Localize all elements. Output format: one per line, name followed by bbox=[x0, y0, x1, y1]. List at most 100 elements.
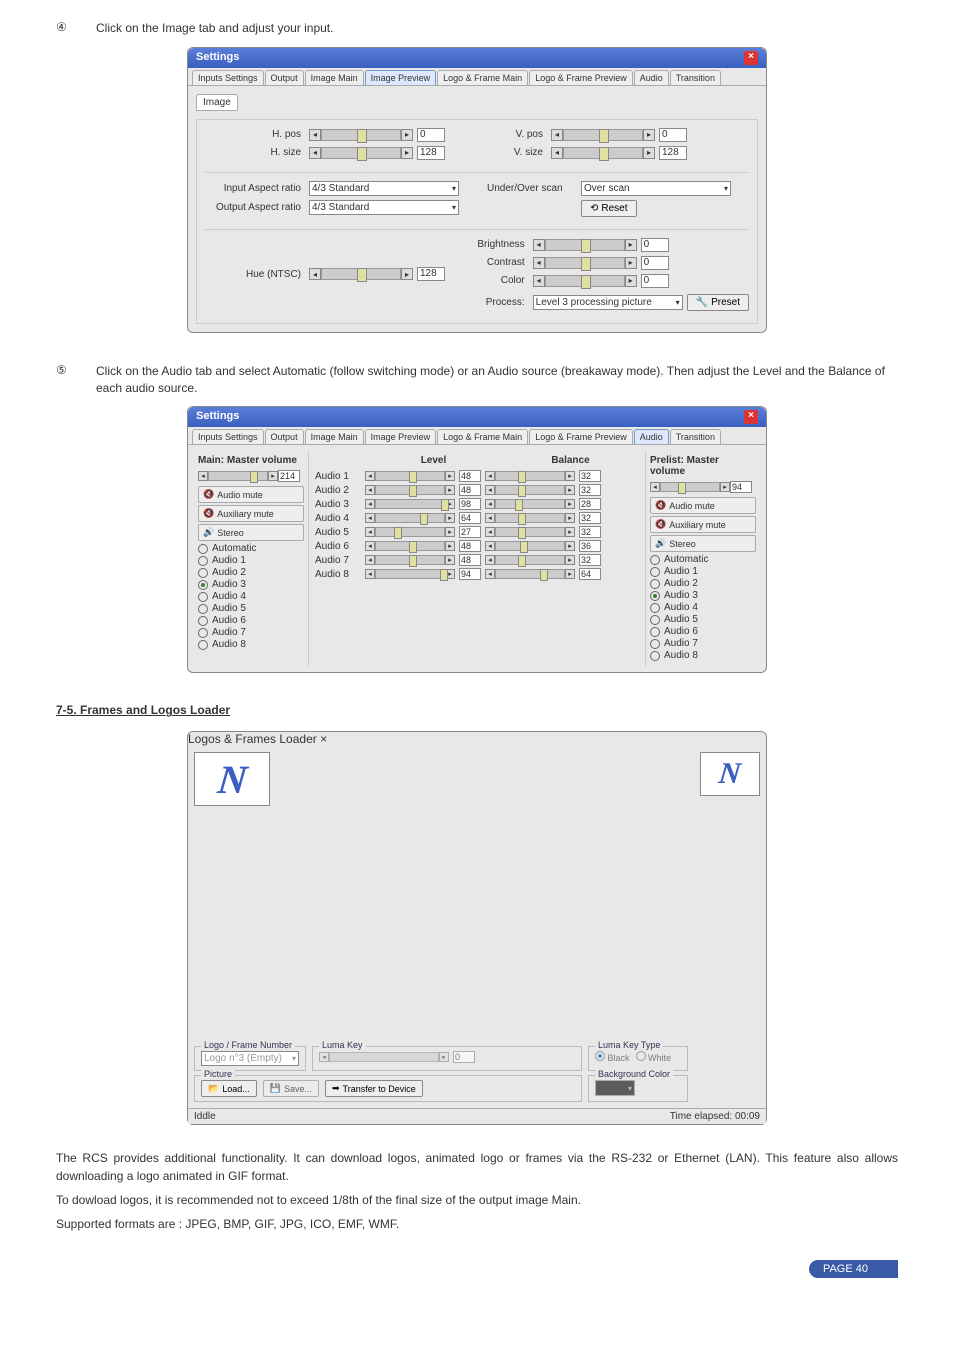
input-aspect-dropdown[interactable]: 4/3 Standard▾ bbox=[309, 181, 459, 196]
balance-slider[interactable]: ◂▸ bbox=[485, 499, 575, 509]
balance-value[interactable]: 32 bbox=[579, 512, 601, 524]
level-slider[interactable]: ◂▸ bbox=[365, 513, 455, 523]
h-pos-slider[interactable]: ◂▸ bbox=[309, 129, 413, 141]
audio-source-radio[interactable]: Audio 6 bbox=[650, 626, 756, 637]
main-aux-mute-button[interactable]: 🔇Auxiliary mute bbox=[198, 505, 304, 522]
brightness-slider[interactable]: ◂▸ bbox=[533, 239, 637, 251]
audio-source-radio[interactable]: Audio 5 bbox=[650, 614, 756, 625]
v-pos-slider[interactable]: ◂▸ bbox=[551, 129, 655, 141]
prelist-aux-mute-button[interactable]: 🔇Auxiliary mute bbox=[650, 516, 756, 533]
preset-button[interactable]: 🔧Preset bbox=[687, 294, 749, 311]
audio-source-radio[interactable]: Automatic bbox=[198, 543, 304, 554]
audio-source-radio[interactable]: Audio 4 bbox=[650, 602, 756, 613]
balance-value[interactable]: 32 bbox=[579, 526, 601, 538]
balance-slider[interactable]: ◂▸ bbox=[485, 569, 575, 579]
color-slider[interactable]: ◂▸ bbox=[533, 275, 637, 287]
output-aspect-dropdown[interactable]: 4/3 Standard▾ bbox=[309, 200, 459, 215]
audio-source-radio[interactable]: Audio 7 bbox=[198, 627, 304, 638]
audio-source-radio[interactable]: Audio 1 bbox=[198, 555, 304, 566]
audio-source-radio[interactable]: Automatic bbox=[650, 554, 756, 565]
level-value[interactable]: 94 bbox=[459, 568, 481, 580]
level-slider[interactable]: ◂▸ bbox=[365, 499, 455, 509]
balance-value[interactable]: 64 bbox=[579, 568, 601, 580]
transfer-button[interactable]: ➡Transfer to Device bbox=[325, 1080, 423, 1097]
color-value[interactable]: 0 bbox=[641, 274, 669, 288]
main-master-slider[interactable]: ◂▸ 214 bbox=[198, 470, 304, 482]
level-slider[interactable]: ◂▸ bbox=[365, 527, 455, 537]
main-stereo-button[interactable]: 🔊Stereo bbox=[198, 524, 304, 541]
tab-logo-frame-preview[interactable]: Logo & Frame Preview bbox=[529, 429, 633, 444]
tab-image-main[interactable]: Image Main bbox=[305, 70, 364, 85]
tab-image-main[interactable]: Image Main bbox=[305, 429, 364, 444]
balance-slider[interactable]: ◂▸ bbox=[485, 513, 575, 523]
level-value[interactable]: 48 bbox=[459, 484, 481, 496]
tab-logo-frame-main[interactable]: Logo & Frame Main bbox=[437, 70, 528, 85]
h-size-slider[interactable]: ◂▸ bbox=[309, 147, 413, 159]
level-value[interactable]: 48 bbox=[459, 554, 481, 566]
audio-source-radio[interactable]: Audio 7 bbox=[650, 638, 756, 649]
audio-source-radio[interactable]: Audio 5 bbox=[198, 603, 304, 614]
balance-value[interactable]: 28 bbox=[579, 498, 601, 510]
close-icon[interactable]: × bbox=[320, 732, 327, 746]
tab-output[interactable]: Output bbox=[265, 429, 304, 444]
tab-image-preview[interactable]: Image Preview bbox=[365, 429, 437, 444]
level-slider[interactable]: ◂▸ bbox=[365, 471, 455, 481]
brightness-value[interactable]: 0 bbox=[641, 238, 669, 252]
subtab-image[interactable]: Image bbox=[196, 94, 238, 111]
audio-source-radio[interactable]: Audio 4 bbox=[198, 591, 304, 602]
balance-slider[interactable]: ◂▸ bbox=[485, 541, 575, 551]
balance-value[interactable]: 36 bbox=[579, 540, 601, 552]
balance-value[interactable]: 32 bbox=[579, 470, 601, 482]
hue-value[interactable]: 128 bbox=[417, 267, 445, 281]
level-value[interactable]: 48 bbox=[459, 540, 481, 552]
balance-slider[interactable]: ◂▸ bbox=[485, 485, 575, 495]
tab-audio[interactable]: Audio bbox=[634, 429, 669, 444]
level-slider[interactable]: ◂▸ bbox=[365, 569, 455, 579]
tab-inputs-settings[interactable]: Inputs Settings bbox=[192, 70, 264, 85]
audio-source-radio[interactable]: Audio 2 bbox=[650, 578, 756, 589]
tab-transition[interactable]: Transition bbox=[670, 70, 721, 85]
prelist-master-value[interactable]: 94 bbox=[730, 481, 752, 493]
balance-value[interactable]: 32 bbox=[579, 484, 601, 496]
contrast-value[interactable]: 0 bbox=[641, 256, 669, 270]
v-pos-value[interactable]: 0 bbox=[659, 128, 687, 142]
level-value[interactable]: 27 bbox=[459, 526, 481, 538]
balance-value[interactable]: 32 bbox=[579, 554, 601, 566]
level-slider[interactable]: ◂▸ bbox=[365, 541, 455, 551]
level-value[interactable]: 64 bbox=[459, 512, 481, 524]
audio-source-radio[interactable]: Audio 8 bbox=[650, 650, 756, 661]
balance-slider[interactable]: ◂▸ bbox=[485, 471, 575, 481]
load-button[interactable]: 📂Load... bbox=[201, 1080, 257, 1097]
process-dropdown[interactable]: Level 3 processing picture▾ bbox=[533, 295, 683, 310]
tab-logo-frame-preview[interactable]: Logo & Frame Preview bbox=[529, 70, 633, 85]
level-slider[interactable]: ◂▸ bbox=[365, 555, 455, 565]
main-audio-mute-button[interactable]: 🔇Audio mute bbox=[198, 486, 304, 503]
audio-source-radio[interactable]: Audio 6 bbox=[198, 615, 304, 626]
balance-slider[interactable]: ◂▸ bbox=[485, 527, 575, 537]
reset-button[interactable]: ⟲Reset bbox=[581, 200, 637, 217]
v-size-value[interactable]: 128 bbox=[659, 146, 687, 160]
tab-image-preview[interactable]: Image Preview bbox=[365, 70, 437, 85]
level-value[interactable]: 48 bbox=[459, 470, 481, 482]
close-icon[interactable]: × bbox=[744, 51, 758, 65]
balance-slider[interactable]: ◂▸ bbox=[485, 555, 575, 565]
prelist-audio-mute-button[interactable]: 🔇Audio mute bbox=[650, 497, 756, 514]
close-icon[interactable]: × bbox=[744, 410, 758, 424]
tab-audio[interactable]: Audio bbox=[634, 70, 669, 85]
tab-transition[interactable]: Transition bbox=[670, 429, 721, 444]
tab-inputs-settings[interactable]: Inputs Settings bbox=[192, 429, 264, 444]
level-value[interactable]: 98 bbox=[459, 498, 481, 510]
main-master-value[interactable]: 214 bbox=[278, 470, 300, 482]
audio-source-radio[interactable]: Audio 2 bbox=[198, 567, 304, 578]
contrast-slider[interactable]: ◂▸ bbox=[533, 257, 637, 269]
prelist-master-slider[interactable]: ◂▸ 94 bbox=[650, 481, 756, 493]
audio-source-radio[interactable]: Audio 1 bbox=[650, 566, 756, 577]
tab-output[interactable]: Output bbox=[265, 70, 304, 85]
underover-dropdown[interactable]: Over scan▾ bbox=[581, 181, 731, 196]
audio-source-radio[interactable]: Audio 3 bbox=[198, 579, 304, 590]
hue-slider[interactable]: ◂▸ bbox=[309, 268, 413, 280]
audio-source-radio[interactable]: Audio 3 bbox=[650, 590, 756, 601]
h-size-value[interactable]: 128 bbox=[417, 146, 445, 160]
frame-number-dropdown[interactable]: Logo n°3 (Empty)▾ bbox=[201, 1051, 299, 1066]
audio-source-radio[interactable]: Audio 8 bbox=[198, 639, 304, 650]
